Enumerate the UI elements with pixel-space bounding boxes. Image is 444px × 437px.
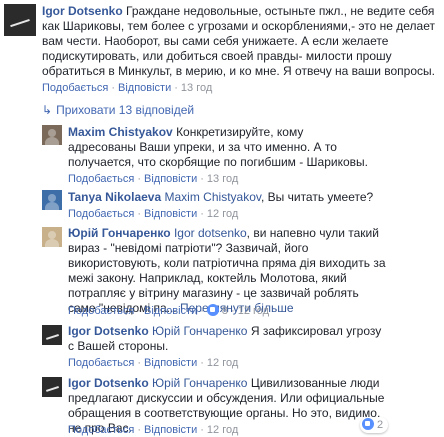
timestamp[interactable]: 12 год xyxy=(207,357,238,369)
comment-actions: Подобається · Відповісти · 8 · 12 год xyxy=(68,304,270,317)
timestamp[interactable]: 12 год xyxy=(238,305,269,317)
like-button[interactable]: Подобається xyxy=(68,305,134,317)
timestamp[interactable]: 13 год xyxy=(181,82,212,94)
hide-replies-toggle[interactable]: ↳ Приховати 13 відповідей xyxy=(42,103,194,118)
author-name[interactable]: Igor Dotsenko xyxy=(42,4,123,18)
avatar[interactable] xyxy=(42,125,62,145)
comment-body: Maxim Chistyakov Конкретизируйте, кому а… xyxy=(68,125,368,170)
author-name[interactable]: Igor Dotsenko xyxy=(68,376,149,390)
comment-body: Igor Dotsenko Юрій Гончаренко Я зафиксир… xyxy=(68,324,386,354)
reply-button[interactable]: Відповісти xyxy=(118,82,171,94)
like-button[interactable]: Подобається xyxy=(68,208,134,220)
author-name[interactable]: Tanya Nikolaeva xyxy=(68,190,161,204)
timestamp[interactable]: 13 год xyxy=(207,173,238,185)
comment-actions: Подобається · Відповісти · 13 год xyxy=(42,82,213,94)
reply-button[interactable]: Відповісти xyxy=(144,173,197,185)
reply-button[interactable]: Відповісти xyxy=(144,305,197,317)
avatar[interactable] xyxy=(42,190,62,210)
avatar[interactable] xyxy=(42,377,62,397)
like-button[interactable]: Подобається xyxy=(68,173,134,185)
comment-actions: Подобається · Відповісти · 12 год xyxy=(68,424,239,436)
reaction-count[interactable]: 2 xyxy=(360,417,389,433)
reply-button[interactable]: Відповісти xyxy=(144,208,197,220)
like-button[interactable]: Подобається xyxy=(68,357,134,369)
mention-link[interactable]: Maxim Chistyakov xyxy=(165,190,261,204)
comment-text: , Вы читать умеете? xyxy=(260,190,374,204)
comment-actions: Подобається · Відповісти · 12 год xyxy=(68,357,239,369)
avatar[interactable] xyxy=(42,227,62,247)
mention-link[interactable]: Юрій Гончаренко xyxy=(152,324,247,338)
author-name[interactable]: Igor Dotsenko xyxy=(68,324,149,338)
timestamp[interactable]: 12 год xyxy=(207,424,238,436)
like-reaction-icon xyxy=(206,304,219,316)
comment-body: Юрій Гончаренко Igor dotsenko, ви напевн… xyxy=(68,226,386,316)
author-name[interactable]: Maxim Chistyakov xyxy=(68,125,173,139)
author-name[interactable]: Юрій Гончаренко xyxy=(68,226,171,240)
comment-actions: Подобається · Відповісти · 13 год xyxy=(68,173,239,185)
mention-link[interactable]: Юрій Гончаренко xyxy=(152,376,247,390)
timestamp[interactable]: 12 год xyxy=(207,208,238,220)
comment-body: Tanya Nikolaeva Maxim Chistyakov, Вы чит… xyxy=(68,190,373,205)
reply-button[interactable]: Відповісти xyxy=(144,357,197,369)
reaction-count[interactable]: 8 xyxy=(206,304,228,317)
mention-link[interactable]: Igor dotsenko xyxy=(174,226,247,240)
comment-actions: Подобається · Відповісти · 12 год xyxy=(68,208,239,220)
like-button[interactable]: Подобається xyxy=(42,82,108,94)
avatar[interactable] xyxy=(42,325,62,345)
avatar[interactable] xyxy=(4,4,36,36)
like-button[interactable]: Подобається xyxy=(68,424,134,436)
comment-body: Igor Dotsenko Граждане недовольные, осты… xyxy=(42,4,440,79)
like-reaction-icon xyxy=(362,418,374,430)
reply-button[interactable]: Відповісти xyxy=(144,424,197,436)
reply-arrow-icon: ↳ xyxy=(42,103,53,117)
